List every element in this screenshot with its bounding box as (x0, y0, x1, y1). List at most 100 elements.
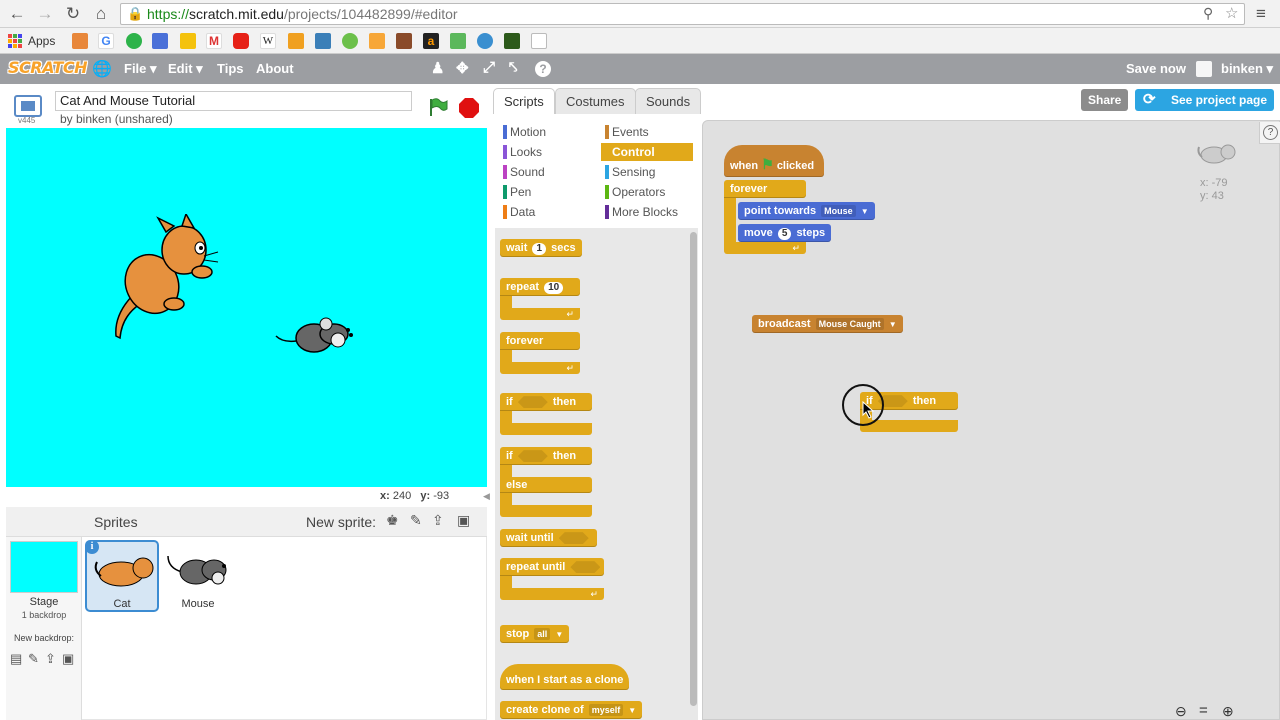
bookmark-icon[interactable] (126, 33, 142, 49)
bookmark-icon[interactable] (72, 33, 88, 49)
wikipedia-icon[interactable]: W (260, 33, 276, 49)
green-flag-icon: ⚑ (761, 156, 774, 172)
choose-sprite-library-icon[interactable]: ♚ (386, 512, 399, 529)
palette-scrollbar[interactable] (690, 232, 697, 706)
wait-until-block[interactable]: wait until (500, 529, 597, 547)
category-sensing[interactable]: Sensing (601, 163, 693, 181)
url-text: https://scratch.mit.edu/projects/1044828… (147, 6, 458, 22)
bookmark-icon[interactable] (504, 33, 520, 49)
address-bar[interactable]: 🔒 https://scratch.mit.edu/projects/10448… (120, 3, 1245, 25)
repeat-block[interactable]: repeat 10 (500, 278, 580, 296)
green-flag-icon[interactable] (427, 96, 449, 118)
grow-tool-icon[interactable]: ⤢ (483, 59, 495, 76)
bookmark-icon[interactable] (342, 33, 358, 49)
stop-block[interactable]: stop all ▼ (500, 625, 570, 643)
category-pen[interactable]: Pen (499, 183, 594, 201)
scripts-area[interactable]: when ⚑ clicked forever point towards Mou… (702, 120, 1280, 720)
project-title-input[interactable]: Cat And Mouse Tutorial (55, 91, 412, 111)
user-avatar[interactable] (1196, 61, 1212, 77)
help-panel-toggle[interactable]: ? (1259, 122, 1280, 144)
category-operators[interactable]: Operators (601, 183, 693, 201)
about-menu[interactable]: About (256, 61, 294, 76)
move-steps-block[interactable]: move 5 steps (738, 224, 832, 242)
cut-tool-icon[interactable]: ✥ (456, 59, 469, 77)
shrink-tool-icon[interactable]: ⤣ (509, 59, 517, 76)
when-flag-clicked-block[interactable]: when ⚑ clicked (724, 145, 825, 177)
gmail-icon[interactable]: M (206, 33, 222, 49)
google-icon[interactable]: G (98, 33, 114, 49)
zoom-reset-icon[interactable]: = (1199, 702, 1208, 719)
category-looks[interactable]: Looks (499, 143, 594, 161)
save-now-button[interactable]: Save now (1126, 61, 1186, 76)
upload-backdrop-icon[interactable]: ⇪ (45, 651, 56, 667)
home-icon[interactable]: ⌂ (90, 4, 112, 24)
sprite-item-mouse[interactable]: Mouse (162, 540, 234, 612)
zoom-in-icon[interactable]: ⊕ (1222, 703, 1234, 720)
bookmark-icon[interactable] (315, 33, 331, 49)
category-motion[interactable]: Motion (499, 123, 594, 141)
share-button[interactable]: Share (1081, 89, 1129, 111)
forever-block[interactable]: forever (500, 332, 580, 350)
sprite-item-cat[interactable]: i Cat (85, 540, 159, 612)
language-globe-icon[interactable]: 🌐 (92, 59, 112, 79)
when-i-start-as-clone-block[interactable]: when I start as a clone (500, 664, 630, 690)
tab-sounds[interactable]: Sounds (635, 88, 702, 114)
wait-secs-block[interactable]: wait 1 secs (500, 239, 582, 257)
category-control[interactable]: Control (601, 143, 693, 161)
bookmark-icon[interactable] (450, 33, 466, 49)
apps-icon[interactable] (8, 34, 22, 48)
repeat-until-block[interactable]: repeat until (500, 558, 604, 576)
camera-icon[interactable]: ▣ (62, 651, 74, 667)
broadcast-block[interactable]: broadcast Mouse Caught ▼ (752, 315, 903, 333)
paint-brush-icon[interactable]: ✎ (410, 512, 422, 529)
collapse-stage-icon[interactable]: ◀ (483, 491, 490, 502)
back-arrow-icon[interactable]: ← (6, 4, 28, 24)
docs-icon[interactable] (152, 33, 168, 49)
category-more-blocks[interactable]: More Blocks (601, 203, 693, 221)
point-towards-block[interactable]: point towards Mouse ▼ (738, 202, 875, 220)
bookmark-icon[interactable] (369, 33, 385, 49)
bookmark-icon[interactable] (288, 33, 304, 49)
camera-icon[interactable]: ▣ (457, 512, 470, 529)
zoom-out-icon[interactable]: ⊖ (1175, 703, 1187, 720)
key-icon[interactable]: ⚲ (1203, 5, 1213, 22)
globe-icon[interactable] (477, 33, 493, 49)
page-icon[interactable] (531, 33, 547, 49)
mouse-sprite[interactable] (274, 314, 356, 358)
create-clone-block[interactable]: create clone of myself ▼ (500, 701, 643, 719)
if-then-block[interactable]: if then (500, 393, 592, 411)
star-icon[interactable]: ☆ (1225, 4, 1238, 22)
see-project-page-button[interactable]: ⟳ See project page (1135, 89, 1275, 111)
paint-brush-icon[interactable]: ✎ (28, 651, 39, 667)
forward-arrow-icon[interactable]: → (34, 4, 56, 24)
bookmark-icon[interactable] (396, 33, 412, 49)
category-sound[interactable]: Sound (499, 163, 594, 181)
stage[interactable] (6, 128, 487, 487)
amazon-icon[interactable]: a (423, 33, 439, 49)
tips-menu[interactable]: Tips (217, 61, 244, 76)
menu-icon[interactable]: ≡ (1250, 4, 1272, 24)
reload-icon[interactable]: ↻ (62, 4, 84, 24)
tab-scripts[interactable]: Scripts (493, 88, 555, 114)
youtube-icon[interactable] (233, 33, 249, 49)
category-events[interactable]: Events (601, 123, 693, 141)
category-data[interactable]: Data (499, 203, 594, 221)
cat-sprite[interactable] (104, 214, 219, 342)
edit-menu[interactable]: Edit ▾ (168, 61, 203, 77)
fullscreen-icon[interactable] (14, 95, 42, 117)
stop-sign-icon[interactable] (458, 97, 480, 119)
if-then-else-block[interactable]: if then (500, 447, 592, 465)
file-menu[interactable]: File ▾ (124, 61, 157, 77)
forever-block[interactable]: forever (724, 180, 806, 198)
help-tool-icon[interactable]: ? (535, 61, 551, 77)
sprites-heading: Sprites (94, 514, 138, 530)
scratch-logo[interactable]: SCRATCH (8, 58, 87, 77)
apps-bookmark[interactable]: Apps (28, 34, 55, 48)
bookmark-icon[interactable] (180, 33, 196, 49)
tab-costumes[interactable]: Costumes (555, 88, 636, 114)
stage-thumbnail[interactable] (10, 541, 78, 593)
upload-sprite-icon[interactable]: ⇪ (432, 512, 444, 529)
backdrop-library-icon[interactable]: ▤ (10, 651, 22, 667)
user-menu[interactable]: binken ▾ (1221, 61, 1273, 77)
duplicate-tool-icon[interactable]: ♟ (431, 59, 444, 77)
